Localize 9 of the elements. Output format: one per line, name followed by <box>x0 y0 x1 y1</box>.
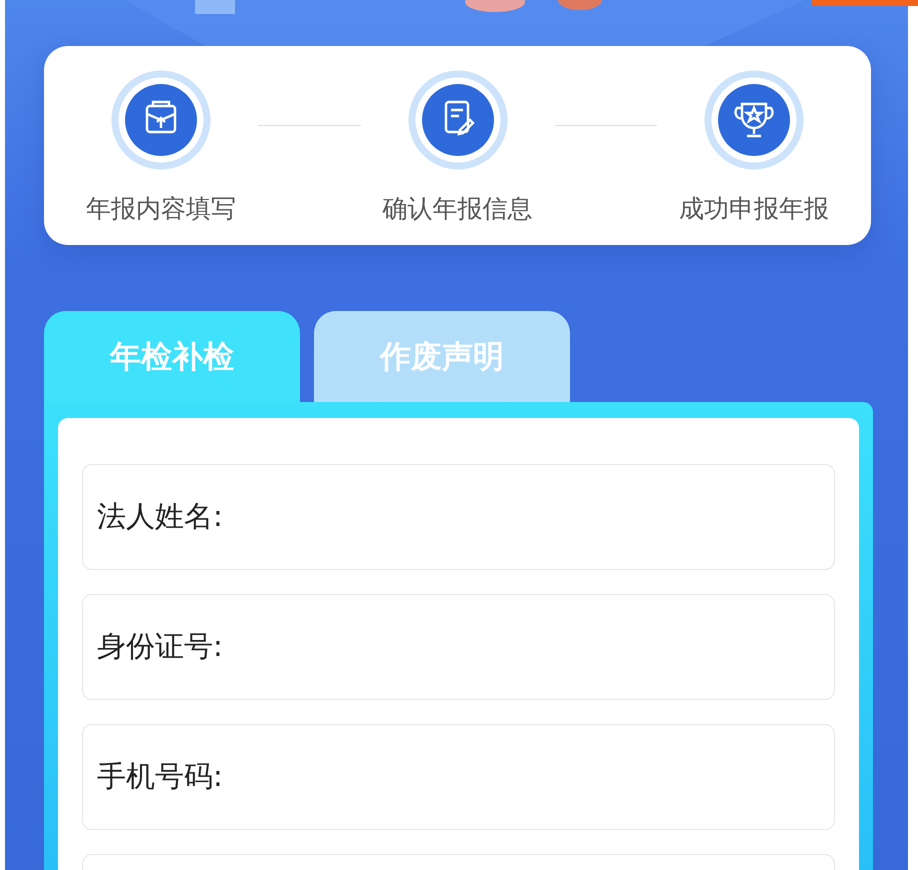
input-field[interactable]: 法人姓名: <box>82 464 835 570</box>
trophy-icon <box>704 70 804 170</box>
document-edit-icon <box>408 70 508 170</box>
input-field[interactable]: 手机号码: <box>82 724 835 830</box>
step-label: 年报内容填写 <box>86 193 236 225</box>
step-label: 成功申报年报 <box>679 193 829 225</box>
folder-upload-icon <box>111 70 211 170</box>
input-field[interactable]: 身份证号: <box>82 594 835 700</box>
step-label: 确认年报信息 <box>382 193 532 225</box>
